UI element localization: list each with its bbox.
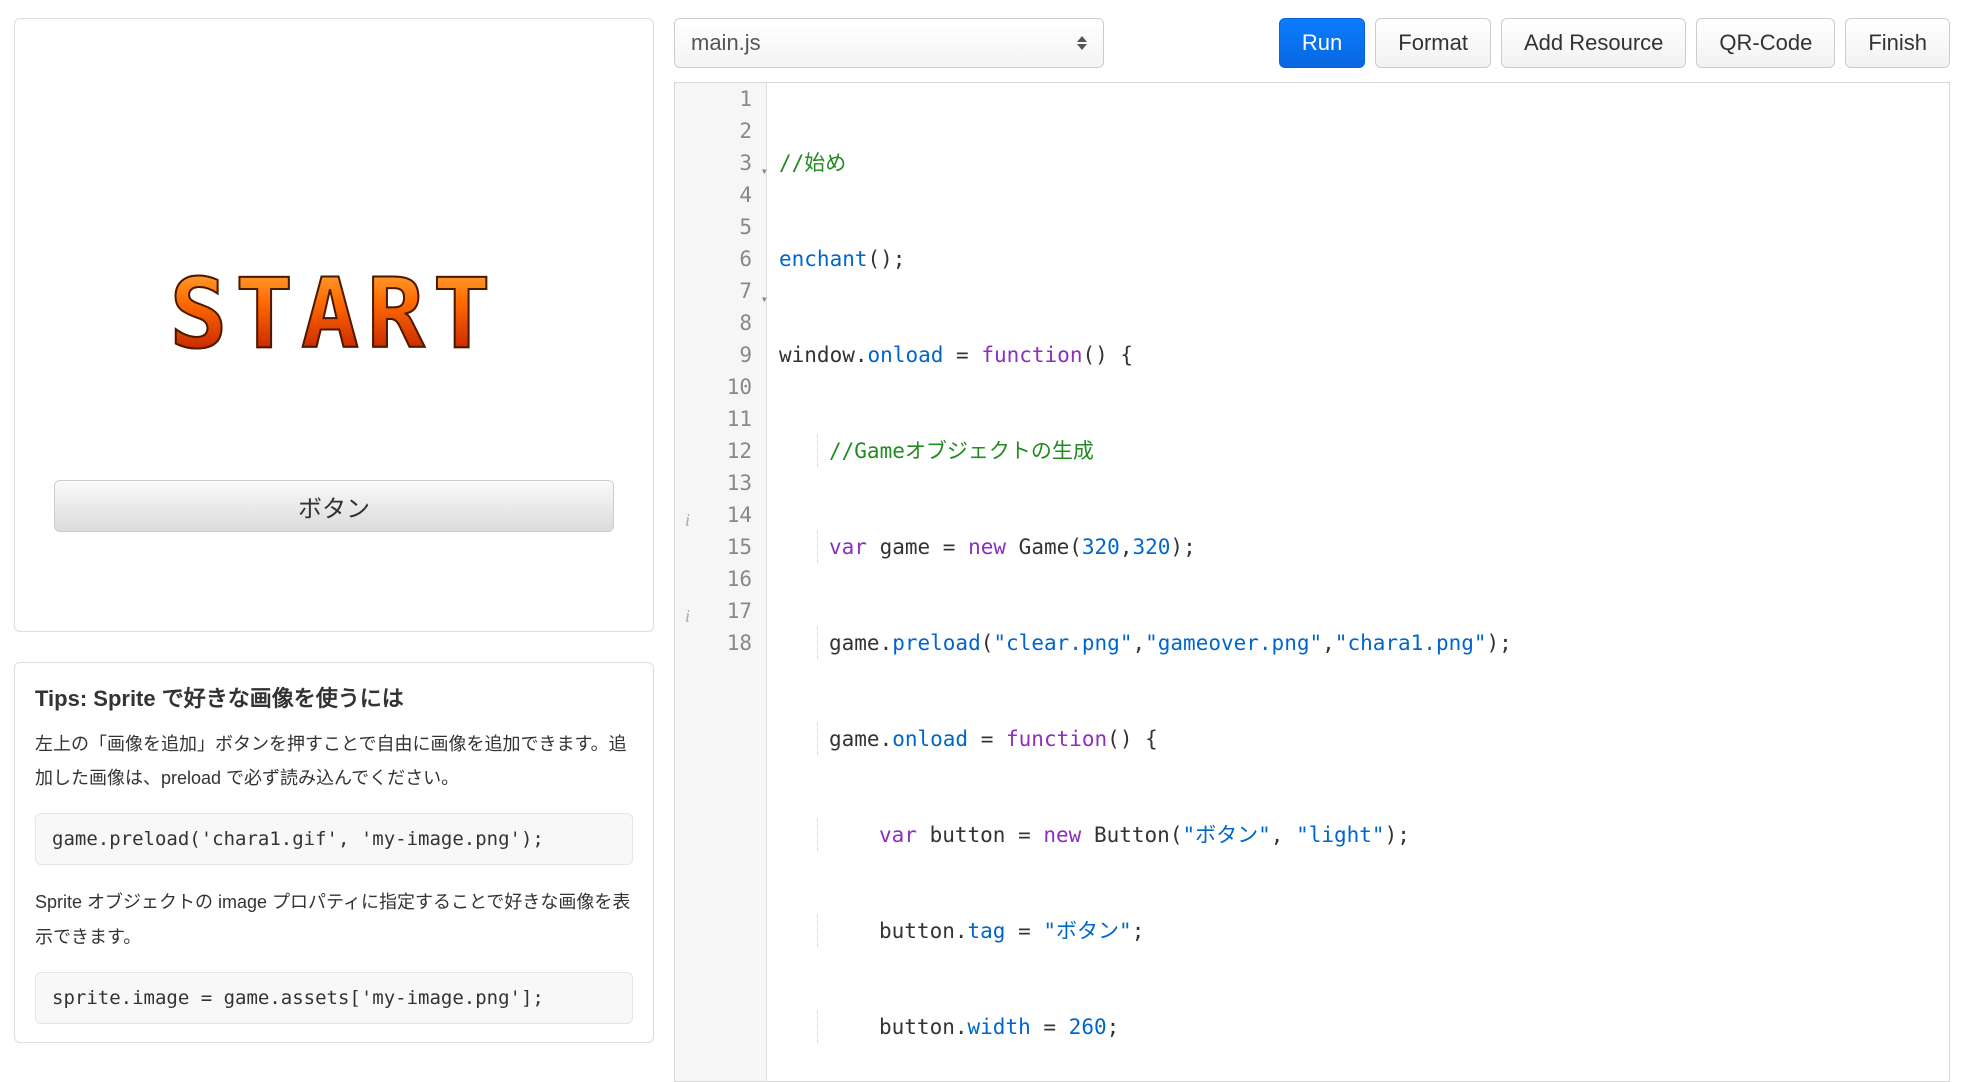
tips-paragraph-1: 左上の「画像を追加」ボタンを押すことで自由に画像を追加できます。追加した画像は、…: [35, 727, 633, 795]
code-token: ;: [1107, 1015, 1120, 1039]
code-token: );: [1170, 535, 1195, 559]
tips-title: Tips: Sprite で好きな画像を使うには: [35, 681, 633, 713]
run-button[interactable]: Run: [1279, 18, 1365, 68]
tips-code-1: game.preload('chara1.gif', 'my-image.png…: [35, 813, 633, 865]
line-number: 13: [727, 467, 752, 499]
line-number: 12: [727, 435, 752, 467]
preview-panel: START ボタン: [14, 18, 654, 632]
line-number: 7: [739, 275, 752, 307]
line-number: 6: [739, 243, 752, 275]
line-number: 11: [727, 403, 752, 435]
code-token: game.: [829, 631, 892, 655]
editor-toolbar: main.js Run Format Add Resource QR-Code …: [674, 18, 1950, 68]
code-token: button =: [917, 823, 1043, 847]
code-token: "light": [1296, 823, 1385, 847]
code-token: "chara1.png": [1335, 631, 1487, 655]
code-token: (: [981, 631, 994, 655]
code-token: "ボタン": [1043, 919, 1131, 943]
line-number: 10: [727, 371, 752, 403]
code-token: "gameover.png": [1145, 631, 1322, 655]
line-number: 4: [739, 179, 752, 211]
code-token: window: [779, 343, 855, 367]
code-token: ,: [1120, 535, 1133, 559]
code-token: =: [1031, 1015, 1069, 1039]
code-token: ();: [868, 247, 906, 271]
line-number: 3: [739, 147, 752, 179]
code-token: );: [1385, 823, 1410, 847]
code-token: button.: [879, 1015, 968, 1039]
code-token: game.: [829, 727, 892, 751]
code-token: =: [968, 727, 1006, 751]
code-token: =: [943, 343, 981, 367]
code-token: ,: [1271, 823, 1296, 847]
code-token: tag: [968, 919, 1006, 943]
code-token: new: [968, 535, 1006, 559]
file-select-value: main.js: [691, 30, 761, 56]
code-token: );: [1487, 631, 1512, 655]
code-token: onload: [892, 727, 968, 751]
line-number: 8: [739, 307, 752, 339]
code-token: .: [855, 343, 868, 367]
code-token: 260: [1069, 1015, 1107, 1039]
left-column: START ボタン Tips: Sprite で好きな画像を使うには 左上の「画…: [14, 18, 654, 1082]
line-number: 2: [739, 115, 752, 147]
start-graphic[interactable]: START: [170, 258, 499, 370]
editor-gutter: 1 2 3▾ 4 5 6 7▾ 8 9 10 11 12 13 i14 15 1…: [675, 83, 767, 1081]
code-token: ;: [1132, 919, 1145, 943]
editor-code-area[interactable]: //始め enchant(); window.onload = function…: [767, 83, 1949, 1081]
right-column: main.js Run Format Add Resource QR-Code …: [674, 18, 1950, 1082]
code-token: "ボタン": [1182, 823, 1270, 847]
code-token: ,: [1132, 631, 1145, 655]
code-token: //始め: [779, 151, 846, 175]
code-token: function: [981, 343, 1082, 367]
tips-paragraph-2: Sprite オブジェクトの image プロパティに指定することで好きな画像を…: [35, 885, 633, 953]
code-token: 320: [1082, 535, 1120, 559]
line-number: 16: [727, 563, 752, 595]
start-text: START: [170, 258, 499, 370]
line-number: 17: [727, 595, 752, 627]
tips-panel: Tips: Sprite で好きな画像を使うには 左上の「画像を追加」ボタンを押…: [14, 662, 654, 1043]
code-token: var: [879, 823, 917, 847]
game-preview-canvas[interactable]: START ボタン: [31, 35, 637, 615]
tips-code-2: sprite.image = game.assets['my-image.png…: [35, 972, 633, 1024]
code-editor[interactable]: 1 2 3▾ 4 5 6 7▾ 8 9 10 11 12 13 i14 15 1…: [674, 82, 1950, 1082]
code-token: =: [1005, 919, 1043, 943]
line-number: 5: [739, 211, 752, 243]
line-number: 14: [727, 499, 752, 531]
code-token: () {: [1082, 343, 1133, 367]
app-root: START ボタン Tips: Sprite で好きな画像を使うには 左上の「画…: [0, 0, 1964, 1082]
code-token: enchant: [779, 247, 868, 271]
format-button[interactable]: Format: [1375, 18, 1491, 68]
add-resource-button[interactable]: Add Resource: [1501, 18, 1686, 68]
code-token: "clear.png": [993, 631, 1132, 655]
code-token: 320: [1132, 535, 1170, 559]
code-token: function: [1006, 727, 1107, 751]
code-token: () {: [1107, 727, 1158, 751]
select-arrow-icon: [1077, 36, 1087, 50]
line-number: 1: [739, 83, 752, 115]
code-token: Game(: [1006, 535, 1082, 559]
code-token: var: [829, 535, 867, 559]
code-token: onload: [868, 343, 944, 367]
code-token: preload: [892, 631, 981, 655]
code-token: width: [968, 1015, 1031, 1039]
line-number: 15: [727, 531, 752, 563]
code-token: ,: [1322, 631, 1335, 655]
finish-button[interactable]: Finish: [1845, 18, 1950, 68]
line-number: 9: [739, 339, 752, 371]
qr-code-button[interactable]: QR-Code: [1696, 18, 1835, 68]
file-select[interactable]: main.js: [674, 18, 1104, 68]
code-token: game =: [867, 535, 968, 559]
code-token: new: [1043, 823, 1081, 847]
code-token: button.: [879, 919, 968, 943]
code-token: Button(: [1081, 823, 1182, 847]
code-token: //Gameオブジェクトの生成: [829, 439, 1094, 463]
game-button[interactable]: ボタン: [54, 480, 614, 532]
line-number: 18: [727, 627, 752, 659]
